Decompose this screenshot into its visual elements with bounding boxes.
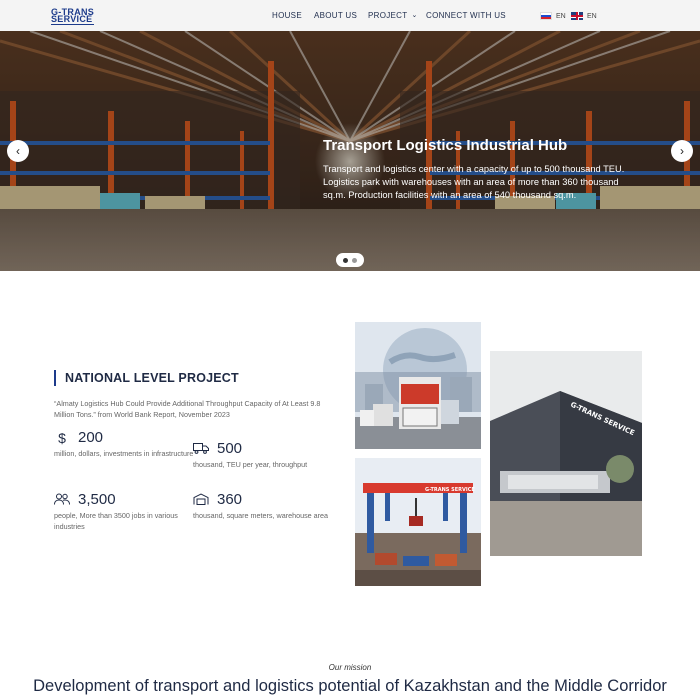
stat-description: people, More than 3500 jobs in various i… [54, 511, 178, 531]
chevron-right-icon: › [680, 144, 684, 158]
slider-pagination [336, 253, 364, 267]
logo[interactable]: G-TRANS SERVICE [51, 8, 95, 25]
people-icon [54, 492, 70, 508]
stat-jobs: 3,500 people, More than 3500 jobs in var… [54, 491, 194, 532]
nav-about[interactable]: ABOUT US [314, 0, 357, 31]
russia-flag-icon [540, 12, 552, 20]
nav-project-link[interactable]: PROJECT [368, 11, 407, 20]
stat-description: thousand, square meters, warehouse area [193, 511, 329, 520]
nav-house[interactable]: HOUSE [272, 0, 302, 31]
stat-value: 3,500 [78, 491, 116, 508]
nav-about-link[interactable]: ABOUT US [314, 11, 357, 20]
slider-prev-button[interactable]: ‹ [7, 140, 29, 162]
lang-switch-en[interactable]: EN [571, 12, 597, 20]
warehouse-building-photo: G-TRANS SERVICE [490, 351, 642, 556]
hero-slider: Transport Logistics Industrial Hub Trans… [0, 31, 700, 271]
stat-investments: $ 200 million, dollars, investments in i… [54, 429, 194, 459]
mission-label: Our mission [328, 663, 372, 672]
hero-title: Transport Logistics Industrial Hub [323, 137, 568, 154]
stat-warehouse: 360 thousand, square meters, warehouse a… [193, 491, 333, 521]
chevron-left-icon: ‹ [16, 144, 20, 158]
site-header: G-TRANS SERVICE HOUSE ABOUT US PROJECT ⌄… [0, 0, 700, 31]
slider-dot-2[interactable] [352, 257, 357, 263]
stat-value: 500 [217, 440, 243, 457]
stat-value: 200 [78, 429, 104, 446]
chevron-down-icon: ⌄ [411, 11, 418, 19]
logo-line2: SERVICE [51, 14, 95, 25]
stat-value: 360 [217, 491, 243, 508]
nav-connect-link[interactable]: CONNECT WITH US [426, 11, 506, 20]
stat-throughput: 500 thousand, TEU per year, throughput [193, 440, 333, 470]
stat-description: thousand, TEU per year, throughput [193, 460, 308, 469]
lang-label: EN [556, 12, 566, 20]
section-title: NATIONAL LEVEL PROJECT [54, 370, 239, 386]
trucks-globe-photo [355, 322, 481, 449]
slider-next-button[interactable]: › [671, 140, 693, 162]
container-crane-photo: G-TRANS SERVICE [355, 458, 481, 586]
warehouse-icon [193, 492, 209, 508]
mission-title: Development of transport and logistics p… [33, 677, 667, 695]
truck-icon [193, 441, 209, 457]
project-quote: “Almaty Logistics Hub Could Provide Addi… [54, 399, 321, 419]
uk-flag-icon [571, 12, 583, 20]
nav-house-link[interactable]: HOUSE [272, 11, 302, 20]
nav-project[interactable]: PROJECT ⌄ [368, 0, 418, 31]
slider-dot-1[interactable] [343, 257, 348, 263]
crane-sign: G-TRANS SERVICE [425, 487, 475, 493]
hero-description: Transport and logistics center with a ca… [323, 164, 625, 200]
stat-description: million, dollars, investments in infrast… [54, 449, 194, 458]
lang-switch-ru[interactable]: EN [540, 12, 566, 20]
lang-label: EN [587, 12, 597, 20]
nav-connect[interactable]: CONNECT WITH US [426, 0, 506, 31]
dollar-icon: $ [58, 429, 66, 446]
